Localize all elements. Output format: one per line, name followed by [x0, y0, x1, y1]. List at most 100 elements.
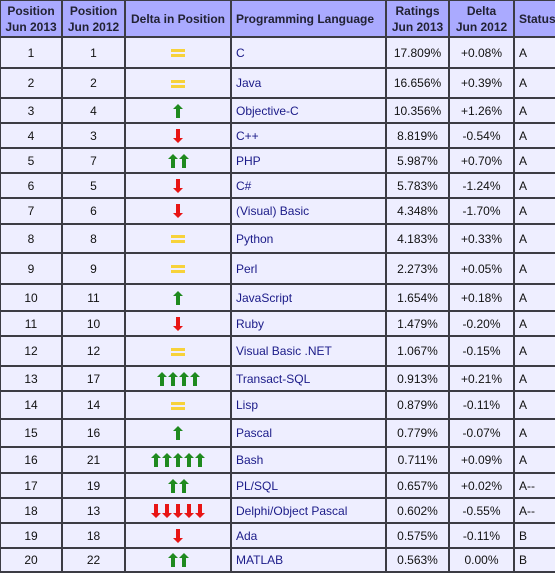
- trend-indicator: [167, 553, 189, 568]
- position-2013-cell: 9: [0, 252, 63, 285]
- arrow-up-icon: [167, 371, 178, 386]
- rating-cell: 10.356%: [385, 97, 450, 124]
- trend-indicator: [171, 49, 185, 58]
- language-link[interactable]: Ada: [230, 522, 387, 549]
- rating-cell: 0.879%: [385, 390, 450, 420]
- position-2012-cell: 13: [61, 497, 126, 524]
- arrow-down-icon: [195, 503, 205, 518]
- rating-cell: 1.654%: [385, 283, 450, 312]
- rating-cell: 0.563%: [385, 547, 450, 573]
- equal-icon: [171, 79, 185, 88]
- delta-position-cell: [124, 122, 232, 149]
- delta-cell: +1.26%: [448, 97, 515, 124]
- table-row: 19 18 Ada 0.575% -0.11% B: [0, 522, 555, 549]
- delta-position-cell: [124, 335, 232, 367]
- header-delta[interactable]: Delta Jun 2012: [448, 0, 515, 38]
- header-language[interactable]: Programming Language: [230, 0, 387, 38]
- rating-cell: 5.783%: [385, 172, 450, 199]
- header-position-2012[interactable]: Position Jun 2012: [61, 0, 126, 38]
- language-link[interactable]: Bash: [230, 446, 387, 474]
- position-2012-cell: 5: [61, 172, 126, 199]
- table-row: 15 16 Pascal 0.779% -0.07% A: [0, 418, 555, 448]
- language-link[interactable]: Ruby: [230, 310, 387, 337]
- language-link[interactable]: Visual Basic .NET: [230, 335, 387, 367]
- table-row: 7 6 (Visual) Basic 4.348% -1.70% A: [0, 197, 555, 225]
- position-2013-cell: 15: [0, 418, 63, 448]
- trend-indicator: [167, 478, 189, 493]
- equal-icon: [171, 347, 185, 356]
- language-link[interactable]: Delphi/Object Pascal: [230, 497, 387, 524]
- delta-cell: -0.55%: [448, 497, 515, 524]
- header-delta-position[interactable]: Delta in Position: [124, 0, 232, 38]
- header-position-2013[interactable]: Position Jun 2013: [0, 0, 63, 38]
- table-body: 1 1 C 17.809% +0.08% A 2 2 Java 16.656% +0.39% A 3 4 O…: [0, 36, 555, 573]
- delta-cell: -1.24%: [448, 172, 515, 199]
- arrow-down-icon: [162, 503, 172, 518]
- language-link[interactable]: Python: [230, 223, 387, 254]
- status-cell: A: [513, 418, 555, 448]
- position-2012-cell: 18: [61, 522, 126, 549]
- delta-cell: -0.07%: [448, 418, 515, 448]
- status-cell: A: [513, 310, 555, 337]
- delta-cell: -0.54%: [448, 122, 515, 149]
- delta-cell: +0.39%: [448, 67, 515, 99]
- position-2012-cell: 1: [61, 36, 126, 69]
- status-cell: A: [513, 223, 555, 254]
- language-link[interactable]: C++: [230, 122, 387, 149]
- rating-cell: 4.183%: [385, 223, 450, 254]
- rating-cell: 16.656%: [385, 67, 450, 99]
- arrow-down-icon: [184, 503, 194, 518]
- arrow-up-icon: [167, 553, 178, 568]
- position-2012-cell: 12: [61, 335, 126, 367]
- position-2013-cell: 13: [0, 365, 63, 392]
- position-2012-cell: 6: [61, 197, 126, 225]
- table-row: 20 22 MATLAB 0.563% 0.00% B: [0, 547, 555, 573]
- header-status[interactable]: Status: [513, 0, 555, 38]
- delta-cell: +0.02%: [448, 472, 515, 499]
- position-2012-cell: 8: [61, 223, 126, 254]
- trend-indicator: [173, 128, 183, 143]
- table-row: 4 3 C++ 8.819% -0.54% A: [0, 122, 555, 149]
- arrow-down-icon: [173, 204, 183, 219]
- table-row: 1 1 C 17.809% +0.08% A: [0, 36, 555, 69]
- table-row: 6 5 C# 5.783% -1.24% A: [0, 172, 555, 199]
- position-2013-cell: 11: [0, 310, 63, 337]
- status-cell: A: [513, 197, 555, 225]
- delta-position-cell: [124, 36, 232, 69]
- language-link[interactable]: JavaScript: [230, 283, 387, 312]
- delta-cell: +0.05%: [448, 252, 515, 285]
- language-link[interactable]: Pascal: [230, 418, 387, 448]
- trend-indicator: [173, 528, 183, 543]
- status-cell: B: [513, 547, 555, 573]
- status-cell: A: [513, 36, 555, 69]
- equal-icon: [171, 401, 185, 410]
- position-2012-cell: 4: [61, 97, 126, 124]
- language-link[interactable]: C: [230, 36, 387, 69]
- language-link[interactable]: PHP: [230, 147, 387, 174]
- language-link[interactable]: (Visual) Basic: [230, 197, 387, 225]
- trend-indicator: [171, 79, 185, 88]
- trend-indicator: [173, 178, 183, 193]
- position-2012-cell: 14: [61, 390, 126, 420]
- language-link[interactable]: Transact-SQL: [230, 365, 387, 392]
- position-2013-cell: 6: [0, 172, 63, 199]
- position-2012-cell: 7: [61, 147, 126, 174]
- language-link[interactable]: C#: [230, 172, 387, 199]
- language-link[interactable]: Java: [230, 67, 387, 99]
- language-link[interactable]: Perl: [230, 252, 387, 285]
- arrow-up-icon: [178, 553, 189, 568]
- status-cell: A: [513, 67, 555, 99]
- status-cell: A: [513, 446, 555, 474]
- delta-position-cell: [124, 522, 232, 549]
- language-link[interactable]: PL/SQL: [230, 472, 387, 499]
- trend-indicator: [173, 103, 183, 118]
- language-link[interactable]: Lisp: [230, 390, 387, 420]
- position-2012-cell: 16: [61, 418, 126, 448]
- header-ratings[interactable]: Ratings Jun 2013: [385, 0, 450, 38]
- position-2013-cell: 4: [0, 122, 63, 149]
- delta-cell: -0.11%: [448, 390, 515, 420]
- language-link[interactable]: MATLAB: [230, 547, 387, 573]
- arrow-up-icon: [167, 153, 178, 168]
- language-link[interactable]: Objective-C: [230, 97, 387, 124]
- equal-icon: [171, 265, 185, 274]
